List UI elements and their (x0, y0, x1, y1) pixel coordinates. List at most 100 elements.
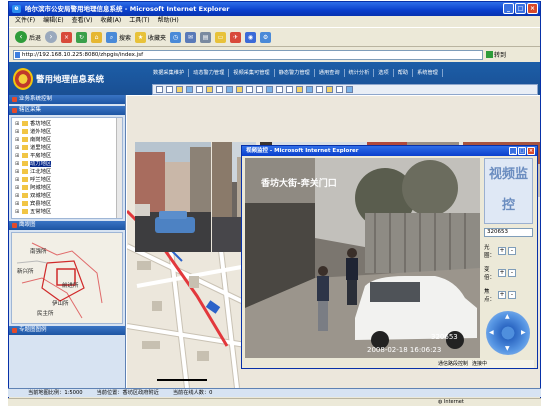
draw-icon[interactable] (306, 86, 313, 93)
focus-plus-button[interactable]: + (498, 291, 506, 299)
focus-minus-button[interactable]: - (508, 291, 516, 299)
tree-item[interactable]: 五常地区 (15, 208, 122, 216)
tree-item[interactable]: 江北地区 (15, 168, 122, 176)
folder-icon (22, 169, 28, 174)
route-icon[interactable] (326, 86, 333, 93)
identify-icon[interactable] (236, 86, 243, 93)
legend-icon[interactable] (346, 86, 353, 93)
tree-item-selected[interactable]: 动力地区 (15, 160, 122, 168)
mail-icon[interactable]: ✉ (185, 31, 197, 43)
iris-plus-button[interactable]: + (498, 247, 506, 255)
previous-view-icon[interactable] (216, 86, 223, 93)
full-extent-icon[interactable] (206, 86, 213, 93)
messenger-icon[interactable]: ◉ (245, 31, 257, 43)
device-id-field[interactable]: 320653 (484, 228, 533, 237)
tree-item[interactable]: 平房地区 (15, 152, 122, 160)
nav-dynamic-police[interactable]: 动态警力管理 (189, 69, 230, 77)
next-view-icon[interactable] (226, 86, 233, 93)
dialog-maximize-button[interactable]: □ (518, 147, 526, 155)
menu-file[interactable]: 文件(F) (15, 16, 35, 26)
nav-static-police[interactable]: 静态警力管理 (275, 69, 315, 77)
address-input[interactable]: http://192.168.10.225:8080/zhpgis/index.… (13, 49, 483, 60)
address-bar: http://192.168.10.225:8080/zhpgis/index.… (9, 48, 540, 61)
print-map-icon[interactable] (256, 86, 263, 93)
close-button[interactable]: × (527, 3, 538, 14)
nav-video[interactable]: 视频采集可管理 (229, 69, 275, 77)
folder-icon (22, 185, 28, 190)
refresh-map-icon[interactable] (296, 86, 303, 93)
menu-edit[interactable]: 编辑(E) (43, 16, 63, 26)
print-icon[interactable]: ▤ (200, 31, 212, 43)
search-icon: ⌕ (106, 31, 118, 43)
refresh-icon[interactable]: ↻ (76, 31, 88, 43)
eagle-label: 民主所 (37, 311, 54, 317)
select-icon[interactable] (186, 86, 193, 93)
search-button[interactable]: ⌕ 搜索 (106, 31, 131, 43)
tree-item[interactable]: 道里地区 (15, 144, 122, 152)
buffer-icon[interactable] (316, 86, 323, 93)
favorites-star-icon: ★ (135, 31, 147, 43)
forward-arrow-icon[interactable]: › (45, 31, 58, 43)
menu-tools[interactable]: 工具(T) (129, 16, 149, 26)
nav-options[interactable]: 选项 (374, 69, 394, 77)
tree-item[interactable]: 南岗地区 (15, 136, 122, 144)
measure-icon[interactable] (196, 86, 203, 93)
zoom-minus-button[interactable]: - (508, 269, 516, 277)
folder-icon (22, 193, 28, 198)
layer-icon[interactable] (246, 86, 253, 93)
tree-item[interactable]: 道外地区 (15, 128, 122, 136)
tool-icon[interactable]: ⚙ (260, 31, 272, 43)
nav-query[interactable]: 通用查询 (315, 69, 345, 77)
favorites-button[interactable]: ★ 收藏夹 (135, 31, 166, 43)
home-icon[interactable]: ⌂ (91, 31, 103, 43)
clear-icon[interactable] (286, 86, 293, 93)
tree-item[interactable]: 阿城地区 (15, 184, 122, 192)
pan-up-icon[interactable]: ▲ (505, 313, 510, 320)
zoom-plus-button[interactable]: + (498, 269, 506, 277)
eagle-eye-header[interactable]: 鹰眼图 (9, 221, 125, 230)
control-panel-header[interactable]: 业务系统控制 (9, 95, 125, 104)
nav-statistics[interactable]: 统计分析 (345, 69, 375, 77)
back-button[interactable]: ‹ 后退 (15, 31, 41, 43)
stop-icon[interactable]: × (61, 31, 73, 43)
district-panel-header[interactable]: 辖区采集 (9, 106, 125, 115)
pan-left-icon[interactable]: ◀ (489, 329, 494, 336)
dialog-minimize-button[interactable]: _ (509, 147, 517, 155)
pan-down-icon[interactable]: ▼ (505, 345, 510, 352)
tree-item[interactable]: 双城地区 (15, 192, 122, 200)
nav-help[interactable]: 帮助 (394, 69, 414, 77)
menu-help[interactable]: 帮助(H) (158, 16, 179, 26)
zoom-out-icon[interactable] (166, 86, 173, 93)
video-dialog-title: 视频监控 - Microsoft Internet Explorer (246, 148, 359, 154)
minimize-button[interactable]: _ (503, 3, 514, 14)
history-icon[interactable]: ◷ (170, 31, 182, 43)
camera-icon[interactable] (266, 86, 273, 93)
menu-favorites[interactable]: 收藏(A) (100, 16, 121, 26)
zoom-control: 变倍： + - (484, 265, 534, 281)
dialog-close-button[interactable]: × (527, 147, 535, 155)
research-icon[interactable]: ✈ (230, 31, 242, 43)
folder-icon (22, 145, 28, 150)
iris-minus-button[interactable]: - (508, 247, 516, 255)
folder-icon[interactable]: ▭ (215, 31, 227, 43)
pan-right-icon[interactable]: ▶ (521, 329, 526, 336)
search-map-icon[interactable] (336, 86, 343, 93)
menu-view[interactable]: 查看(V) (72, 16, 93, 26)
thematic-legend-header[interactable]: 专题图图例 (9, 326, 125, 335)
zoom-in-icon[interactable] (156, 86, 163, 93)
locate-icon[interactable] (276, 86, 283, 93)
nav-data-collection[interactable]: 数据采集维护 (149, 69, 190, 77)
ptz-joystick[interactable]: ▲ ▼ ◀ ▶ (486, 311, 530, 355)
tree-item[interactable]: 香坊地区 (15, 120, 122, 128)
eagle-eye-map[interactable]: 南强所 新兴所 前进所 伊山所 民主所 (11, 232, 123, 324)
go-button[interactable]: 转到 (486, 50, 506, 59)
nav-system[interactable]: 系统管理 (413, 69, 443, 77)
pan-icon[interactable] (176, 86, 183, 93)
dialog-window-controls: _ □ × (509, 147, 535, 155)
eagle-label: 新兴所 (17, 269, 34, 275)
video-feed[interactable]: 香坊大街-奔关门口 320653 2008-02-18 16:06:23 (245, 158, 480, 358)
tree-item[interactable]: 宾县地区 (15, 200, 122, 208)
maximize-button[interactable]: □ (515, 3, 526, 14)
tree-item[interactable]: 呼兰地区 (15, 176, 122, 184)
tree-scrollbar[interactable] (116, 118, 122, 218)
